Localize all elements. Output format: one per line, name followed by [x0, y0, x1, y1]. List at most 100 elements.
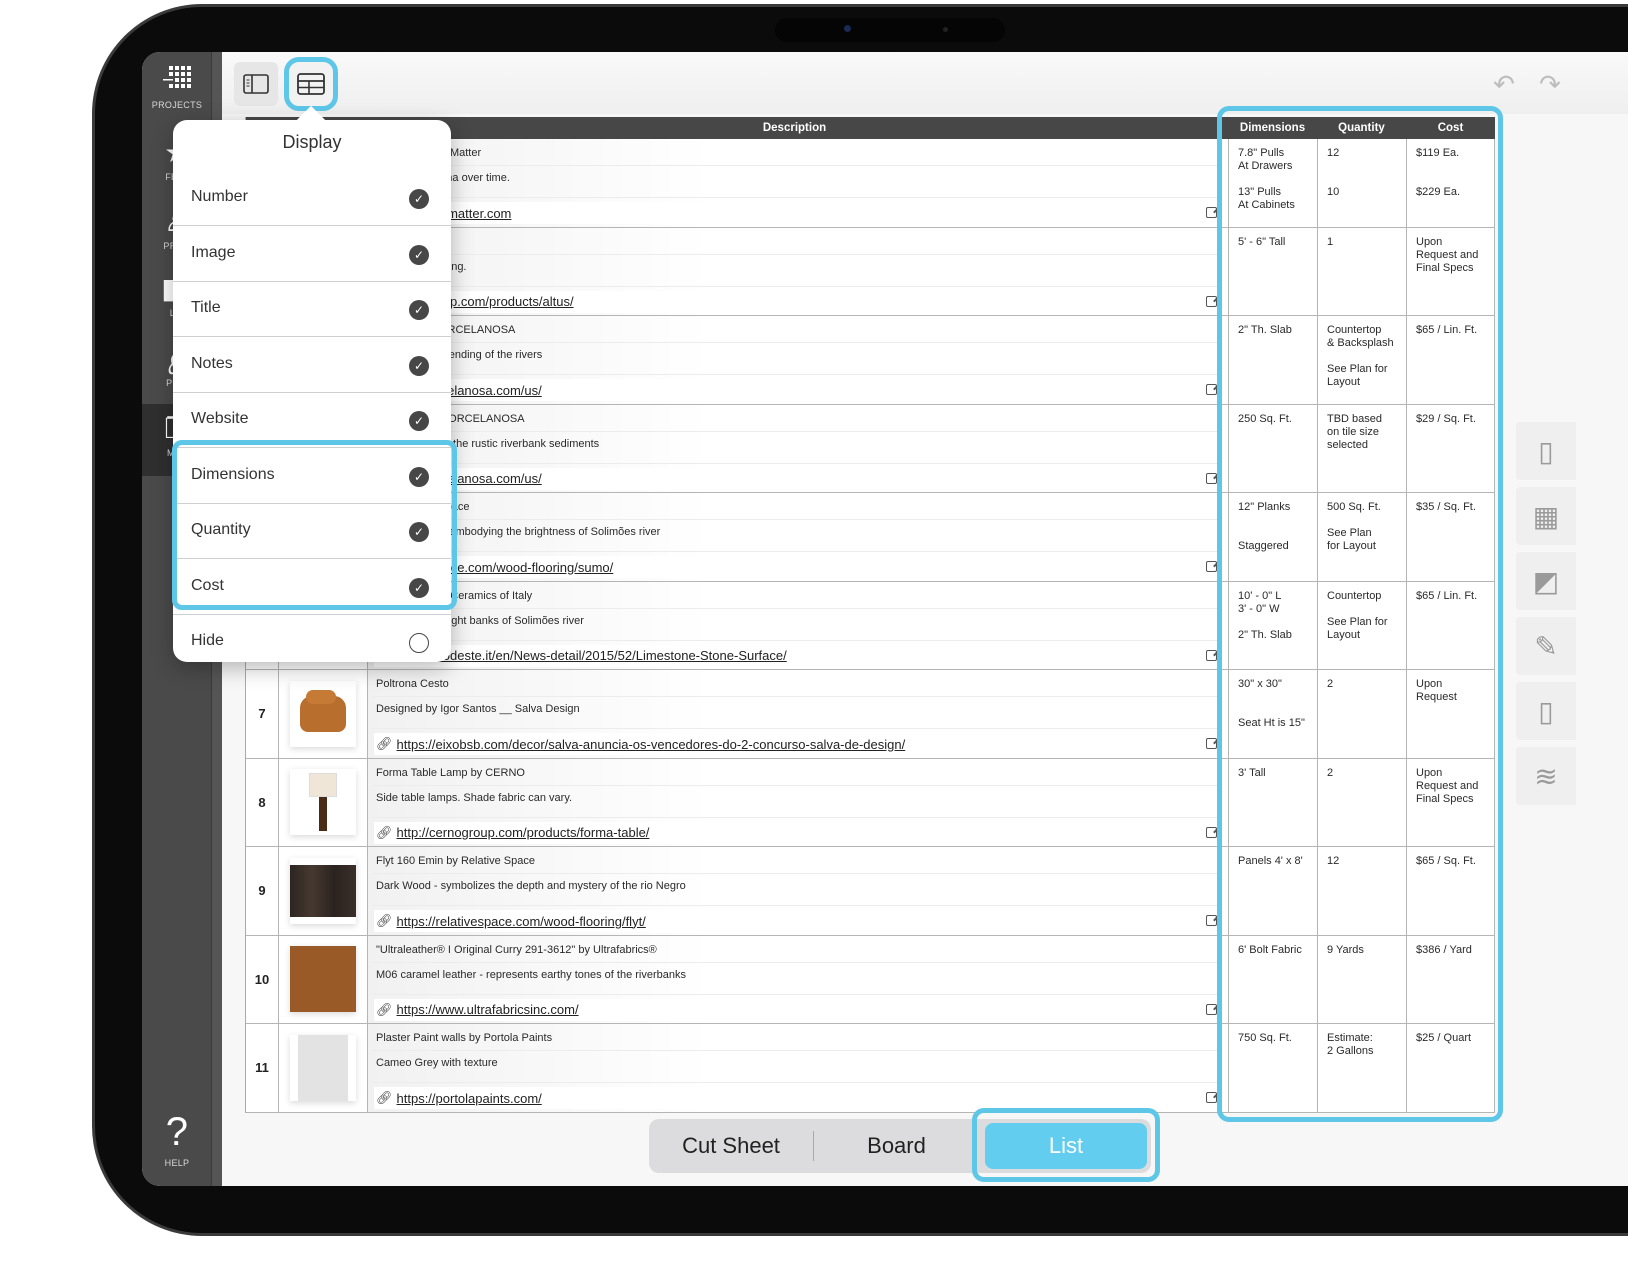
- quantity-cell[interactable]: Countertop See Plan for Layout: [1317, 581, 1406, 669]
- cost-cell[interactable]: $65 / Sq. Ft.: [1406, 847, 1495, 935]
- website-link[interactable]: http://cernogroup.com/products/forma-tab…: [397, 825, 650, 840]
- display-option-website[interactable]: Website ✓: [173, 393, 451, 448]
- display-option-notes[interactable]: Notes ✓: [173, 338, 451, 393]
- empty-circle-icon[interactable]: [409, 633, 429, 653]
- edit-icon[interactable]: [1206, 295, 1217, 307]
- item-notes[interactable]: … evokes the light banks of Solimões riv…: [376, 615, 1215, 627]
- quantity-cell[interactable]: Countertop & Backsplash See Plan for Lay…: [1317, 316, 1406, 404]
- edit-icon[interactable]: [1206, 1092, 1217, 1103]
- quantity-cell[interactable]: 1: [1317, 227, 1406, 315]
- item-notes[interactable]: … - inspired by the rustic riverbank sed…: [376, 438, 1215, 450]
- quantity-cell[interactable]: 2: [1317, 758, 1406, 846]
- display-option-dimensions[interactable]: Dimensions ✓: [173, 449, 451, 504]
- display-option-image[interactable]: Image ✓: [173, 227, 451, 282]
- product-image[interactable]: [290, 946, 356, 1013]
- cost-cell[interactable]: $25 / Quart: [1406, 1024, 1495, 1112]
- item-notes[interactable]: …nish will patina over time.: [376, 172, 1215, 184]
- header-dimensions[interactable]: Dimensions: [1228, 117, 1317, 139]
- item-notes[interactable]: M06 caramel leather - represents earthy …: [376, 969, 1215, 981]
- cost-cell[interactable]: Upon Request: [1406, 670, 1495, 758]
- cost-cell[interactable]: Upon Request and Final Specs: [1406, 227, 1495, 315]
- display-option-number[interactable]: Number ✓: [173, 171, 451, 226]
- table-row[interactable]: 7 Poltrona Cesto Designed by Igor Santos…: [246, 670, 1495, 759]
- side-tool-grid[interactable]: ▦: [1516, 487, 1576, 545]
- dimensions-cell[interactable]: Panels 4' x 8': [1228, 847, 1317, 935]
- website-link[interactable]: …w.cottodeste.it/en/News-detail/2015/52/…: [397, 648, 787, 663]
- table-row[interactable]: 8 Forma Table Lamp by CERNO Side table l…: [246, 758, 1495, 847]
- display-option-title[interactable]: Title ✓: [173, 282, 451, 337]
- website-link[interactable]: https://relativespace.com/wood-flooring/…: [397, 914, 646, 929]
- item-notes[interactable]: …eflects the blending of the rivers: [376, 349, 1215, 361]
- redo-button[interactable]: ↷: [1532, 66, 1568, 102]
- item-notes[interactable]: Dark Wood - symbolizes the depth and mys…: [376, 880, 1215, 892]
- side-tool-frame[interactable]: ▯: [1516, 422, 1576, 480]
- item-title[interactable]: …p by CERNO: [376, 236, 1215, 248]
- table-row[interactable]: 11 Plaster Paint walls by Portola Paints…: [246, 1024, 1495, 1113]
- dimensions-cell[interactable]: 3' Tall: [1228, 758, 1317, 846]
- item-notes[interactable]: Cameo Grey with texture: [376, 1057, 1215, 1069]
- edit-icon[interactable]: [1206, 1003, 1217, 1015]
- item-title[interactable]: … Grey by PORCELANOSA: [376, 324, 1215, 336]
- cost-cell[interactable]: $386 / Yard: [1406, 935, 1495, 1023]
- header-description[interactable]: Description: [368, 117, 1221, 139]
- quantity-cell[interactable]: 12 10: [1317, 139, 1406, 227]
- dimensions-cell[interactable]: 2" Th. Slab: [1228, 316, 1317, 404]
- dimensions-cell[interactable]: 30" x 30" Seat Ht is 15": [1228, 670, 1317, 758]
- quantity-cell[interactable]: 2: [1317, 670, 1406, 758]
- cost-cell[interactable]: Upon Request and Final Specs: [1406, 758, 1495, 846]
- edit-icon[interactable]: [1206, 207, 1217, 218]
- item-title[interactable]: Plaster Paint walls by Portola Paints: [376, 1032, 1215, 1044]
- quantity-cell[interactable]: 500 Sq. Ft. See Plan for Layout: [1317, 493, 1406, 581]
- cost-cell[interactable]: $119 Ea. $229 Ea.: [1406, 139, 1495, 227]
- edit-icon[interactable]: [1206, 472, 1217, 484]
- product-image[interactable]: [290, 769, 356, 836]
- header-cost[interactable]: Cost: [1406, 117, 1495, 139]
- display-option-hide[interactable]: Hide: [173, 615, 451, 670]
- display-option-quantity[interactable]: Quantity ✓: [173, 504, 451, 559]
- side-tool-stack[interactable]: ≋: [1516, 747, 1576, 805]
- side-tool-swatch[interactable]: ◩: [1516, 552, 1576, 610]
- table-row[interactable]: 10 "Ultraleather® I Original Curry 291-3…: [246, 935, 1495, 1024]
- edit-icon[interactable]: [1206, 649, 1217, 661]
- item-title[interactable]: …ll by Modern Matter: [376, 147, 1215, 159]
- rail-item-projects[interactable]: PROJECTS: [142, 64, 212, 110]
- item-title[interactable]: Poltrona Cesto: [376, 678, 1215, 690]
- quantity-cell[interactable]: TBD based on tile size selected: [1317, 404, 1406, 492]
- checkmark-icon[interactable]: ✓: [409, 411, 429, 431]
- checkmark-icon[interactable]: ✓: [409, 577, 429, 598]
- checkmark-icon[interactable]: ✓: [409, 189, 429, 209]
- website-link[interactable]: https://www.ultrafabricsinc.com/: [397, 1002, 579, 1017]
- item-notes[interactable]: …sofa for reading.: [376, 261, 1215, 273]
- view-list[interactable]: List: [985, 1123, 1147, 1169]
- header-quantity[interactable]: Quantity: [1317, 117, 1406, 139]
- edit-icon[interactable]: [1206, 915, 1217, 926]
- item-notes[interactable]: … - light wood embodying the brightness …: [376, 526, 1215, 538]
- display-option-cost[interactable]: Cost ✓: [173, 560, 451, 615]
- dimensions-cell[interactable]: 12" Planks Staggered: [1228, 493, 1317, 581]
- checkmark-icon[interactable]: ✓: [409, 355, 429, 376]
- rail-item-help[interactable]: ? HELP: [142, 1110, 212, 1168]
- product-image[interactable]: [290, 857, 356, 924]
- checkmark-icon[interactable]: ✓: [409, 244, 429, 265]
- checkmark-icon[interactable]: ✓: [409, 466, 429, 487]
- checkmark-icon[interactable]: ✓: [409, 300, 429, 320]
- dimensions-cell[interactable]: 750 Sq. Ft.: [1228, 1024, 1317, 1112]
- edit-icon[interactable]: [1206, 561, 1217, 572]
- table-row[interactable]: 9 Flyt 160 Emin by Relative Space Dark W…: [246, 847, 1495, 936]
- edit-icon[interactable]: [1206, 738, 1217, 749]
- cost-cell[interactable]: $29 / Sq. Ft.: [1406, 404, 1495, 492]
- quantity-cell[interactable]: Estimate: 2 Gallons: [1317, 1024, 1406, 1112]
- cost-cell[interactable]: $35 / Sq. Ft.: [1406, 493, 1495, 581]
- quantity-cell[interactable]: 9 Yards: [1317, 935, 1406, 1023]
- edit-icon[interactable]: [1206, 826, 1217, 838]
- website-link[interactable]: https://portolapaints.com/: [397, 1091, 542, 1106]
- item-title[interactable]: Flyt 160 Emin by Relative Space: [376, 855, 1215, 867]
- side-tool-pencil[interactable]: ✎: [1516, 617, 1576, 675]
- item-title[interactable]: … Nature by PORCELANOSA: [376, 413, 1215, 425]
- view-cut-sheet[interactable]: Cut Sheet: [649, 1119, 813, 1173]
- dimensions-cell[interactable]: 5' - 6" Tall: [1228, 227, 1317, 315]
- dimensions-cell[interactable]: 6' Bolt Fabric: [1228, 935, 1317, 1023]
- item-title[interactable]: …tto d'Este by Ceramics of Italy: [376, 590, 1215, 602]
- dimensions-cell[interactable]: 7.8" Pulls At Drawers 13" Pulls At Cabin…: [1228, 139, 1317, 227]
- item-title[interactable]: "Ultraleather® I Original Curry 291-3612…: [376, 944, 1215, 956]
